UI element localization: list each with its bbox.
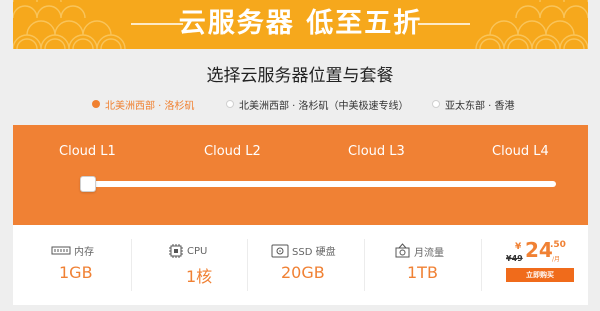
spec-value: 1核 (186, 267, 213, 286)
price-decimal: .50 (550, 240, 566, 250)
plan-label-l3[interactable]: Cloud L3 (348, 144, 405, 159)
page: 云服务器 低至五折 选择云服务器位置与套餐 北美洲西部 · 洛杉矶 北美洲西部 … (0, 0, 600, 311)
buy-now-button[interactable]: 立即购买 (506, 268, 574, 282)
memory-icon (51, 246, 71, 254)
plan-specs-card: 内存 1GB CPU 1核 SSD 硬盘 20GB 月流量 1TB ¥49 ¥ … (13, 225, 588, 305)
banner-title: 云服务器 低至五折 (178, 8, 423, 39)
spec-title: 内存 (74, 247, 94, 258)
spec-value: 1TB (407, 263, 438, 282)
plan-label-l1[interactable]: Cloud L1 (59, 144, 116, 159)
plan-label-l2[interactable]: Cloud L2 (204, 144, 261, 159)
divider (131, 239, 132, 291)
price-currency: ¥ (515, 242, 522, 252)
price-integer: 24 (525, 238, 553, 262)
divider (481, 239, 482, 291)
region-label: 北美洲西部 · 洛杉矶（中美极速专线） (239, 100, 409, 112)
spec-cpu: CPU 1核 (168, 225, 248, 305)
price-original: ¥49 (506, 254, 523, 263)
plan-slider-track[interactable] (88, 181, 556, 187)
plan-slider-handle[interactable] (80, 176, 96, 192)
ssd-icon (271, 244, 289, 257)
radio-selected-icon (92, 100, 100, 108)
price-unit: /月 (552, 256, 561, 263)
spec-value: 1GB (59, 263, 93, 282)
region-label: 北美洲西部 · 洛杉矶 (105, 100, 195, 112)
spec-title: SSD 硬盘 (292, 247, 336, 258)
spec-title: CPU (187, 245, 208, 257)
spec-title: 月流量 (414, 247, 444, 259)
spec-memory: 内存 1GB (51, 225, 131, 305)
region-label: 亚太东部 · 香港 (445, 100, 515, 112)
cpu-icon (169, 244, 183, 258)
region-option-la-cn2[interactable]: 北美洲西部 · 洛杉矶（中美极速专线） (226, 96, 409, 112)
price-box: ¥49 ¥ 24 .50 /月 立即购买 (506, 237, 574, 293)
radio-unselected-icon (432, 100, 440, 108)
divider (247, 239, 248, 291)
plan-selector-panel: Cloud L1 Cloud L2 Cloud L3 Cloud L4 (13, 125, 588, 225)
divider (364, 239, 365, 291)
spec-traffic: 月流量 1TB (395, 225, 475, 305)
spec-value: 20GB (281, 263, 325, 282)
radio-unselected-icon (226, 100, 234, 108)
plan-label-l4[interactable]: Cloud L4 (492, 144, 549, 159)
region-option-la[interactable]: 北美洲西部 · 洛杉矶 (92, 96, 195, 112)
page-title: 选择云服务器位置与套餐 (206, 66, 394, 86)
promo-banner[interactable]: 云服务器 低至五折 (13, 0, 588, 49)
spec-ssd: SSD 硬盘 20GB (271, 225, 361, 305)
traffic-icon (395, 243, 410, 258)
region-selector: 北美洲西部 · 洛杉矶 北美洲西部 · 洛杉矶（中美极速专线） 亚太东部 · 香… (0, 96, 600, 112)
region-option-hk[interactable]: 亚太东部 · 香港 (432, 96, 515, 112)
